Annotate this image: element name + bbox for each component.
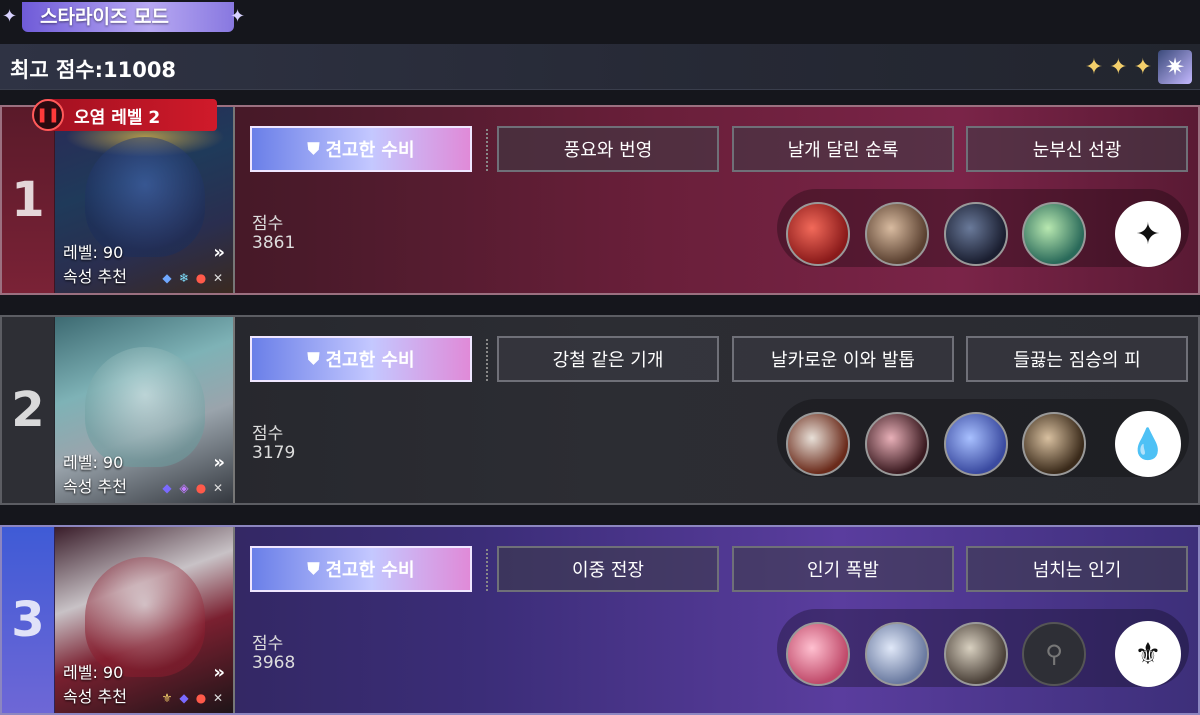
divider [486, 129, 488, 171]
pollution-level-text: 오염 레벨 2 [74, 107, 161, 128]
character-avatar[interactable] [865, 412, 929, 476]
buff-label: 견고한 수비 [325, 350, 415, 371]
chevron-right-icon[interactable]: » [213, 242, 225, 263]
buff-2[interactable]: 이중 전장 [497, 546, 719, 592]
fire-icon: ● [195, 691, 207, 705]
buff-4[interactable]: 넘치는 인기 [966, 546, 1188, 592]
star-icon: ✦ [1084, 54, 1104, 80]
score-value: 3968 [252, 653, 296, 673]
buff-4[interactable]: 눈부신 선광 [966, 126, 1188, 172]
team-panel: ⚲ ⚜ [777, 609, 1189, 687]
recommended-elements: ◆ ❄ ● ✕ [160, 271, 225, 285]
element-button[interactable]: 💧 [1115, 411, 1181, 477]
imaginary-icon: ⚜ [161, 691, 173, 705]
character-avatar[interactable] [786, 202, 850, 266]
best-score-bar: 최고 점수:11008 ✦ ✦ ✦ ✷ [0, 44, 1200, 90]
stage-card-1[interactable]: 1 레벨: 90 » 속성 추천 ◆ ❄ ● ✕ ❚❚ 오염 레벨 2 ⛊ 견고한… [0, 99, 1200, 295]
score-value: 3179 [252, 443, 296, 463]
buff-label: 견고한 수비 [325, 140, 415, 161]
score-value: 3861 [252, 233, 296, 253]
buff-main[interactable]: ⛊ 견고한 수비 [250, 546, 472, 592]
buff-main[interactable]: ⛊ 견고한 수비 [250, 336, 472, 382]
recommended-elements: ⚜ ◆ ● ✕ [160, 691, 225, 705]
divider [486, 549, 488, 591]
reward-badge-icon[interactable]: ✷ [1158, 50, 1192, 84]
mode-title: 스타라이즈 모드 [22, 2, 234, 32]
character-avatar[interactable] [865, 202, 929, 266]
boss-level: 레벨: 90 [63, 453, 124, 472]
character-avatar[interactable] [944, 412, 1008, 476]
physical-icon: ✕ [212, 691, 224, 705]
shield-icon: ⛊ [307, 559, 320, 578]
boss-level: 레벨: 90 [63, 243, 124, 262]
star-rating: ✦ ✦ ✦ ✷ [1085, 50, 1192, 84]
team-panel: ✦ [777, 189, 1189, 267]
character-avatar[interactable] [944, 622, 1008, 686]
character-avatar[interactable] [1022, 202, 1086, 266]
boss-portrait[interactable]: 레벨: 90 » 속성 추천 ⚜ ◆ ● ✕ [55, 527, 235, 713]
fire-icon: ● [195, 271, 207, 285]
divider [486, 339, 488, 381]
buff-2[interactable]: 풍요와 번영 [497, 126, 719, 172]
shield-icon: ⛊ [307, 349, 320, 368]
character-avatar[interactable] [944, 202, 1008, 266]
character-avatar[interactable] [865, 622, 929, 686]
element-button[interactable]: ⚜ [1115, 621, 1181, 687]
character-avatar[interactable] [786, 412, 850, 476]
sparkle-icon: ✦ [2, 6, 18, 27]
star-icon: ✦ [1109, 54, 1128, 80]
recommended-elements: ◆ ◈ ● ✕ [160, 481, 225, 495]
stage-number: 3 [2, 527, 54, 713]
buff-3[interactable]: 날카로운 이와 발톱 [732, 336, 954, 382]
boss-portrait[interactable]: 레벨: 90 » 속성 추천 ◆ ❄ ● ✕ [55, 107, 235, 293]
character-avatar[interactable] [1022, 412, 1086, 476]
buff-3[interactable]: 인기 폭발 [732, 546, 954, 592]
mode-header: ✦ 스타라이즈 모드 ✦ [0, 0, 250, 34]
buff-3[interactable]: 날개 달린 순록 [732, 126, 954, 172]
team-panel: 💧 [777, 399, 1189, 477]
star-icon: ✦ [1133, 54, 1152, 80]
imaginary-icon: ◈ [179, 481, 189, 495]
element-recommend-label: 속성 추천 [63, 477, 127, 496]
element-recommend-label: 속성 추천 [63, 267, 127, 286]
quantum-icon: ◆ [162, 271, 172, 285]
score-label: 점수 [252, 634, 284, 654]
physical-icon: ✕ [212, 271, 224, 285]
fire-icon: ● [195, 481, 207, 495]
pollution-level-badge: ❚❚ 오염 레벨 2 [32, 99, 217, 131]
pause-icon: ❚❚ [32, 99, 64, 131]
physical-icon: ✕ [212, 481, 224, 495]
stage-number: 2 [2, 317, 54, 503]
empty-slot-icon[interactable]: ⚲ [1022, 622, 1086, 686]
stage-card-2[interactable]: 2 레벨: 90 » 속성 추천 ◆ ◈ ● ✕ ⛊ 견고한 수비 강철 같은 기… [0, 315, 1200, 505]
stage-card-3[interactable]: 3 레벨: 90 » 속성 추천 ⚜ ◆ ● ✕ ⛊ 견고한 수비 이중 전장 인… [0, 525, 1200, 715]
ice-icon: ❄ [178, 271, 190, 285]
element-button[interactable]: ✦ [1115, 201, 1181, 267]
buff-2[interactable]: 강철 같은 기개 [497, 336, 719, 382]
buff-label: 견고한 수비 [325, 560, 415, 581]
boss-portrait[interactable]: 레벨: 90 » 속성 추천 ◆ ◈ ● ✕ [55, 317, 235, 503]
sparkle-icon: ✦ [230, 6, 246, 27]
buff-4[interactable]: 들끓는 짐승의 피 [966, 336, 1188, 382]
quantum-icon: ◆ [179, 691, 189, 705]
stage-number: 1 [2, 107, 54, 293]
boss-level: 레벨: 90 [63, 663, 124, 682]
shield-icon: ⛊ [307, 139, 320, 158]
score-label: 점수 [252, 214, 284, 234]
quantum-icon: ◆ [162, 481, 172, 495]
buff-main[interactable]: ⛊ 견고한 수비 [250, 126, 472, 172]
character-avatar[interactable] [786, 622, 850, 686]
chevron-right-icon[interactable]: » [213, 452, 225, 473]
element-recommend-label: 속성 추천 [63, 687, 127, 706]
best-score: 최고 점수:11008 [10, 58, 177, 82]
chevron-right-icon[interactable]: » [213, 662, 225, 683]
score-label: 점수 [252, 424, 284, 444]
